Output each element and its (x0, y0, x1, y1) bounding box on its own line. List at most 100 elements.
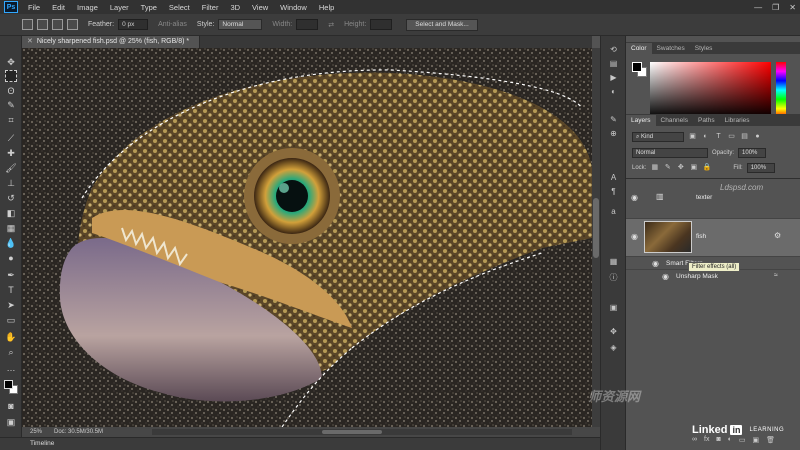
lasso-tool-icon[interactable]: ʘ (5, 85, 17, 97)
layer-effects-icon[interactable]: ⚙ (774, 231, 781, 240)
libraries-panel-icon[interactable]: ▦ (608, 256, 619, 267)
rectangle-tool-icon[interactable]: ▭ (5, 314, 17, 326)
new-selection-icon[interactable] (22, 19, 33, 30)
shape-filter-icon[interactable]: ▭ (727, 132, 736, 141)
actions-panel-icon[interactable]: ▶ (608, 72, 619, 83)
pixel-filter-icon[interactable]: ▣ (688, 132, 697, 141)
add-mask-icon[interactable]: ◙ (716, 436, 720, 444)
adjustment-layer-icon[interactable]: ◐ (728, 436, 732, 444)
character-panel-icon[interactable]: A (608, 172, 619, 183)
crop-tool-icon[interactable]: ⌗ (5, 114, 17, 126)
3d-panel-icon[interactable]: ◈ (608, 342, 619, 353)
brush-tool-icon[interactable]: 🖌 (5, 162, 17, 174)
restore-icon[interactable]: ❐ (772, 3, 779, 12)
tab-close-icon[interactable]: ✕ (27, 38, 33, 45)
properties-panel-icon[interactable]: ▤ (608, 58, 619, 69)
hue-slider[interactable] (776, 62, 786, 118)
move-tool-icon[interactable]: ✥ (5, 56, 17, 68)
feather-input[interactable]: 0 px (118, 19, 149, 30)
fill-input[interactable]: 100% (746, 162, 775, 173)
clone-stamp-tool-icon[interactable]: ⊥ (5, 177, 17, 189)
vertical-scrollbar[interactable] (592, 48, 600, 427)
select-and-mask-button[interactable]: Select and Mask... (406, 18, 478, 31)
eraser-tool-icon[interactable]: ◧ (5, 207, 17, 219)
menu-image[interactable]: Image (71, 3, 104, 12)
menu-3d[interactable]: 3D (224, 3, 246, 12)
brush-panel-icon[interactable]: ✎ (608, 114, 619, 125)
opacity-input[interactable]: 100% (738, 147, 767, 158)
history-brush-tool-icon[interactable]: ↺ (5, 192, 17, 204)
eyedropper-tool-icon[interactable]: ⟋ (5, 132, 17, 144)
zoom-tool-icon[interactable]: ⌕ (5, 346, 17, 358)
info-panel-icon[interactable]: ⓘ (608, 272, 619, 283)
timeline-panel-tab[interactable]: Timeline (0, 437, 600, 450)
menu-file[interactable]: File (22, 3, 46, 12)
lock-position-icon[interactable]: ✥ (676, 163, 685, 172)
adjustments-panel-icon[interactable]: ◐ (608, 86, 619, 97)
foreground-color-swatch[interactable] (4, 380, 13, 389)
menu-view[interactable]: View (246, 3, 274, 12)
blend-mode-select[interactable]: Normal (632, 147, 708, 158)
intersect-selection-icon[interactable] (67, 19, 78, 30)
document-canvas[interactable] (22, 48, 592, 427)
kind-filter-select[interactable]: ⌕ Kind (632, 131, 684, 142)
new-group-icon[interactable]: ▭ (739, 436, 746, 444)
tab-layers[interactable]: Layers (626, 115, 656, 126)
paragraph-panel-icon[interactable]: ¶ (608, 186, 619, 197)
anti-alias-checkbox[interactable]: Anti-alias (158, 21, 187, 28)
lock-artboard-icon[interactable]: ▣ (689, 163, 698, 172)
lock-pixels-icon[interactable]: ✎ (663, 163, 672, 172)
width-input[interactable] (296, 19, 319, 30)
quick-mask-icon[interactable]: ◙ (5, 400, 17, 412)
tab-color[interactable]: Color (626, 43, 652, 54)
dodge-tool-icon[interactable]: ● (5, 252, 17, 264)
trash-icon[interactable]: 🗑 (766, 436, 775, 444)
tab-channels[interactable]: Channels (656, 115, 693, 126)
horizontal-scrollbar[interactable] (152, 429, 572, 435)
height-input[interactable] (370, 19, 393, 30)
tool-presets-panel-icon[interactable]: ✥ (608, 326, 619, 337)
marquee-tool-icon[interactable] (5, 70, 17, 82)
horizontal-scroll-thumb[interactable] (322, 430, 382, 434)
add-selection-icon[interactable] (37, 19, 48, 30)
layer-name[interactable]: texter (696, 194, 712, 201)
filter-name[interactable]: Unsharp Mask (676, 273, 718, 280)
menu-help[interactable]: Help (313, 3, 340, 12)
tab-libraries[interactable]: Libraries (720, 115, 755, 126)
document-tab[interactable]: ✕ Nicely sharpened fish.psd @ 25% (fish, … (22, 36, 200, 48)
glyphs-panel-icon[interactable]: a (608, 206, 619, 217)
menu-filter[interactable]: Filter (196, 3, 225, 12)
menu-type[interactable]: Type (135, 3, 163, 12)
screen-mode-icon[interactable]: ▣ (5, 416, 17, 428)
type-tool-icon[interactable]: T (5, 284, 17, 296)
visibility-eye-icon[interactable]: ◉ (631, 193, 638, 202)
tab-styles[interactable]: Styles (690, 43, 718, 54)
visibility-eye-icon[interactable]: ◉ (631, 232, 638, 241)
adjustment-filter-icon[interactable]: ◐ (701, 132, 710, 141)
menu-edit[interactable]: Edit (46, 3, 71, 12)
visibility-eye-icon[interactable]: ◉ (662, 272, 669, 281)
color-fg-swatch[interactable] (632, 62, 642, 72)
type-filter-icon[interactable]: T (714, 132, 723, 141)
more-tools-icon[interactable]: … (5, 362, 17, 374)
filter-toggle-icon[interactable]: ● (753, 132, 762, 141)
path-selection-tool-icon[interactable]: ➤ (5, 299, 17, 311)
zoom-level[interactable]: 25% (30, 429, 42, 435)
pen-tool-icon[interactable]: ✒ (5, 269, 17, 281)
close-icon[interactable]: ✕ (789, 3, 796, 12)
tab-paths[interactable]: Paths (693, 115, 720, 126)
swap-icon[interactable]: ⇄ (328, 21, 334, 29)
layer-name[interactable]: fish (696, 233, 706, 240)
filter-blending-options-icon[interactable]: ≈ (774, 272, 778, 279)
color-picker-field[interactable] (650, 62, 771, 118)
lock-all-icon[interactable]: 🔒 (702, 163, 711, 172)
minimize-icon[interactable]: — (754, 3, 762, 12)
clone-source-panel-icon[interactable]: ⊕ (608, 128, 619, 139)
healing-brush-tool-icon[interactable]: ✚ (5, 147, 17, 159)
blur-tool-icon[interactable]: 💧 (5, 237, 17, 249)
subtract-selection-icon[interactable] (52, 19, 63, 30)
style-select[interactable]: Normal (218, 19, 263, 30)
tab-swatches[interactable]: Swatches (652, 43, 690, 54)
lock-transparent-icon[interactable]: ▦ (650, 163, 659, 172)
menu-window[interactable]: Window (274, 3, 313, 12)
